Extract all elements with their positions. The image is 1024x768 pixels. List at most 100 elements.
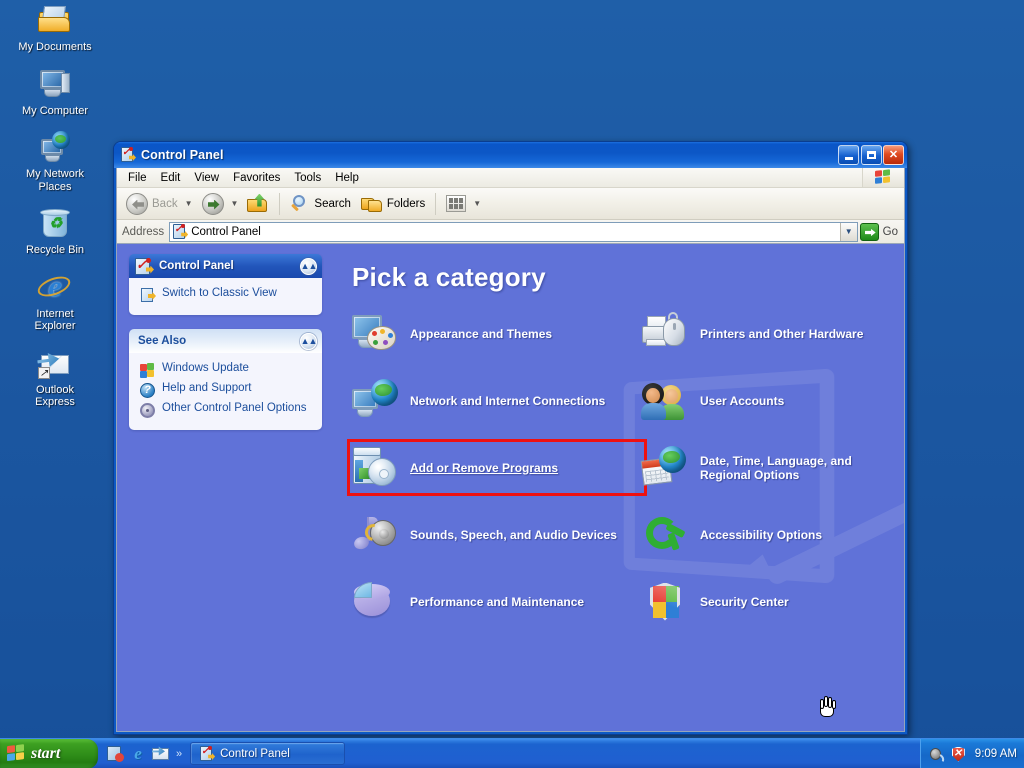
folders-button[interactable]: Folders: [356, 191, 430, 217]
forward-dropdown-caret-icon[interactable]: ▼: [231, 199, 239, 208]
window-titlebar[interactable]: ✓ Control Panel ✕: [114, 142, 907, 168]
desktop-icon-label: My Documents: [18, 41, 92, 53]
category-security-center[interactable]: Security Center: [642, 578, 894, 625]
window-title: Control Panel: [141, 148, 224, 162]
go-label: Go: [882, 225, 898, 238]
menu-help[interactable]: Help: [328, 170, 366, 186]
internet-explorer-icon[interactable]: e: [129, 744, 147, 763]
panel-title: Control Panel: [159, 260, 234, 272]
search-button[interactable]: Search: [285, 191, 355, 217]
taskbar-button-control-panel[interactable]: ✓ Control Panel: [190, 742, 346, 765]
up-one-level-button[interactable]: [242, 191, 274, 217]
outlook-express-icon: ↗: [37, 347, 73, 381]
category-label: Add or Remove Programs: [410, 460, 559, 475]
window-body: File Edit View Favorites Tools Help Back…: [116, 168, 905, 732]
menu-edit[interactable]: Edit: [154, 170, 188, 186]
menu-favorites[interactable]: Favorites: [226, 170, 287, 186]
clock[interactable]: 9:09 AM: [975, 748, 1017, 760]
address-input[interactable]: ✓ Control Panel ▼: [169, 221, 858, 242]
category-network-and-internet-connections[interactable]: Network and Internet Connections: [352, 377, 642, 424]
my-documents-icon: [37, 4, 73, 38]
internet-explorer-icon: e: [35, 270, 73, 305]
folders-icon: [360, 195, 383, 213]
start-button[interactable]: start: [0, 738, 98, 768]
security-alert-shield-icon[interactable]: ✕: [950, 746, 966, 762]
views-dropdown-caret-icon[interactable]: ▼: [473, 199, 481, 208]
category-performance-and-maintenance[interactable]: Performance and Maintenance: [352, 578, 642, 625]
desktop-icon-label: My Computer: [21, 104, 89, 117]
my-computer-icon: [37, 68, 73, 102]
category-user-accounts[interactable]: User Accounts: [641, 377, 894, 424]
folders-label: Folders: [386, 197, 426, 210]
desktop-icon-outlook-express[interactable]: ↗ Outlook Express: [5, 347, 105, 409]
address-dropdown-chevron-icon[interactable]: ▼: [839, 222, 857, 241]
link-windows-update[interactable]: Windows Update: [139, 362, 314, 379]
category-label: User Accounts: [700, 393, 785, 408]
forward-arrow-icon: [201, 192, 224, 215]
category-grid: Appearance and Themes Printers and Other…: [347, 310, 894, 625]
accessibility-options-icon: [642, 513, 690, 557]
menu-file[interactable]: File: [121, 170, 154, 186]
search-icon: [290, 194, 310, 214]
back-arrow-icon: [126, 192, 148, 215]
desktop-icon-internet-explorer[interactable]: e Internet Explorer: [5, 270, 105, 333]
desktop-icon-label: Internet Explorer: [34, 307, 76, 333]
go-button[interactable]: Go: [858, 221, 904, 243]
printers-and-other-hardware-icon: [642, 311, 690, 356]
search-label: Search: [314, 197, 351, 210]
category-appearance-and-themes[interactable]: Appearance and Themes: [352, 310, 642, 357]
panel-title: See Also: [138, 335, 187, 347]
quicklaunch-overflow-chevron-icon[interactable]: »: [176, 748, 182, 760]
category-printers-and-other-hardware[interactable]: Printers and Other Hardware: [642, 310, 894, 357]
back-button[interactable]: Back: [121, 191, 183, 217]
category-label: Appearance and Themes: [410, 326, 553, 341]
volume-icon[interactable]: [929, 746, 946, 762]
menu-bar: File Edit View Favorites Tools Help: [117, 168, 904, 188]
link-label: Help and Support: [162, 382, 252, 394]
menu-view[interactable]: View: [187, 170, 226, 186]
views-button[interactable]: [441, 191, 471, 217]
show-desktop-icon[interactable]: [106, 745, 124, 763]
desktop-icon-my-network-places[interactable]: My Network Places: [5, 131, 105, 193]
maximize-button[interactable]: [860, 145, 882, 165]
category-date-time-language-regional-options[interactable]: Date, Time, Language, and Regional Optio…: [640, 444, 894, 491]
minimize-button[interactable]: [838, 145, 859, 165]
desktop-icon-my-computer[interactable]: My Computer: [5, 68, 105, 118]
category-add-or-remove-programs[interactable]: Add or Remove Programs: [347, 439, 647, 496]
back-label: Back: [152, 197, 178, 210]
link-other-control-panel-options[interactable]: Other Control Panel Options: [139, 402, 314, 419]
category-label: Accessibility Options: [700, 527, 823, 542]
start-label: start: [31, 744, 61, 762]
control-panel-icon: ✓: [172, 224, 189, 239]
close-button[interactable]: ✕: [883, 145, 904, 165]
control-panel-icon: ✓: [120, 147, 136, 163]
category-sounds-speech-and-audio-devices[interactable]: Sounds, Speech, and Audio Devices: [352, 511, 642, 558]
panel-header: ✓ Control Panel ▲▲: [129, 254, 322, 278]
help-and-support-icon: ?: [139, 382, 156, 399]
menu-tools[interactable]: Tools: [287, 170, 328, 186]
back-dropdown-caret-icon[interactable]: ▼: [185, 199, 193, 208]
desktop-icon-label: Outlook Express: [35, 383, 75, 409]
sounds-speech-audio-icon: [352, 513, 400, 557]
category-label: Security Center: [700, 594, 789, 609]
category-accessibility-options[interactable]: Accessibility Options: [642, 511, 894, 558]
collapse-chevron-up-icon[interactable]: ▲▲: [300, 257, 317, 275]
desktop-icon-area: My Documents My Computer My Network Place…: [0, 4, 110, 423]
panel-body: Switch to Classic View: [129, 278, 322, 315]
windows-flag-icon: [7, 743, 26, 763]
views-icon: [446, 195, 467, 212]
forward-button[interactable]: [197, 191, 229, 217]
appearance-and-themes-icon: [352, 312, 400, 356]
collapse-chevron-up-icon[interactable]: ▲▲: [300, 332, 317, 350]
desktop-icon-recycle-bin[interactable]: ♻ Recycle Bin: [5, 207, 105, 257]
panel-header: See Also ▲▲: [129, 329, 322, 353]
recycle-bin-icon: ♻: [37, 207, 73, 241]
link-help-and-support[interactable]: ? Help and Support: [139, 382, 314, 399]
desktop-icon-label: My Network Places: [25, 168, 85, 193]
outlook-express-icon[interactable]: [152, 745, 170, 763]
link-switch-to-classic-view[interactable]: Switch to Classic View: [139, 287, 314, 304]
link-label: Switch to Classic View: [162, 287, 277, 299]
control-panel-window: ✓ Control Panel ✕ File Edit View Favorit…: [113, 141, 908, 735]
windows-update-icon: [139, 362, 156, 379]
desktop-icon-my-documents[interactable]: My Documents: [5, 4, 105, 54]
